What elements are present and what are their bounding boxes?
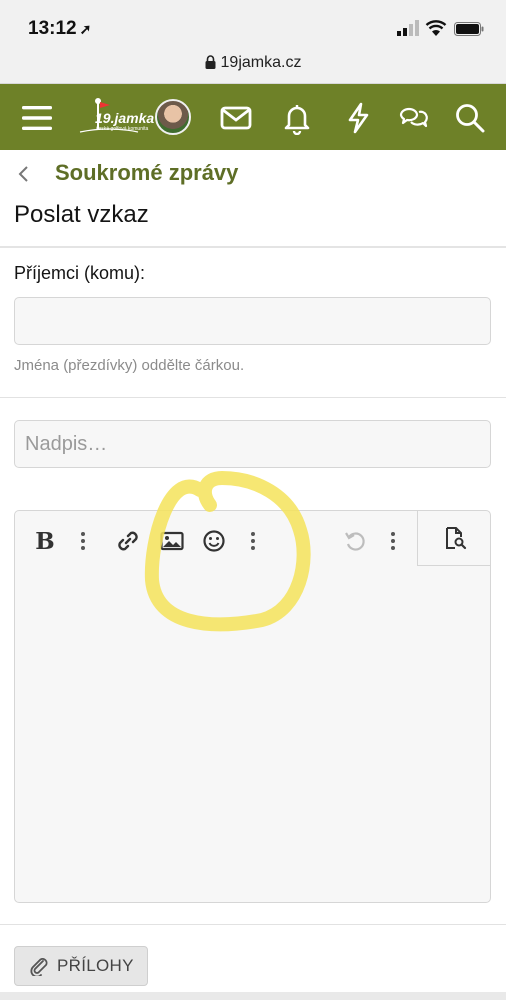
logo-text: 19.jamka <box>95 110 155 126</box>
bolt-icon[interactable] <box>341 101 375 135</box>
url-text: 19jamka.cz <box>220 54 302 71</box>
message-editor[interactable]: B <box>14 510 491 903</box>
search-icon[interactable] <box>453 101 487 135</box>
more-options-button[interactable] <box>67 525 99 557</box>
more-options-button[interactable] <box>377 525 409 557</box>
undo-button[interactable] <box>339 525 371 557</box>
bold-button[interactable]: B <box>29 525 61 557</box>
recipients-hint: Jména (přezdívky) oddělte čárkou. <box>14 357 245 374</box>
chat-icon[interactable] <box>397 101 431 135</box>
link-button[interactable] <box>112 525 144 557</box>
chevron-left-icon[interactable] <box>16 164 30 184</box>
preview-icon <box>445 526 466 549</box>
wifi-icon <box>425 20 447 36</box>
signal-icon <box>397 20 419 36</box>
bottom-bar <box>0 992 506 1000</box>
undo-icon <box>345 532 365 551</box>
bell-icon[interactable] <box>280 101 314 135</box>
emoji-button[interactable] <box>198 525 230 557</box>
divider <box>0 397 506 398</box>
emoji-icon <box>203 530 225 552</box>
paperclip-icon <box>30 958 48 976</box>
address-bar[interactable]: 19jamka.cz <box>0 44 506 84</box>
battery-icon <box>454 22 484 36</box>
more-icon <box>391 532 395 550</box>
mail-icon[interactable] <box>219 101 253 135</box>
avatar[interactable] <box>155 99 191 135</box>
clock: 13:12 ➚ <box>28 18 92 39</box>
breadcrumb-link[interactable]: Soukromé zprávy <box>55 160 238 186</box>
menu-icon[interactable] <box>20 101 54 135</box>
divider <box>0 924 506 925</box>
url-display[interactable]: 19jamka.cz <box>0 54 506 72</box>
image-button[interactable] <box>156 525 188 557</box>
preview-button[interactable] <box>417 510 491 566</box>
recipients-input[interactable] <box>14 297 491 345</box>
divider <box>0 246 506 248</box>
link-icon <box>118 531 138 551</box>
logo-subtext: česká golfová komunita <box>96 126 149 132</box>
attachments-label: PŘÍLOHY <box>57 956 134 975</box>
bold-icon: B <box>35 527 55 555</box>
subject-input[interactable] <box>14 420 491 468</box>
more-icon <box>251 532 255 550</box>
image-icon <box>160 531 184 551</box>
more-options-button[interactable] <box>237 525 269 557</box>
recipients-label: Příjemci (komu): <box>14 263 146 283</box>
location-arrow-icon: ➚ <box>79 21 92 37</box>
more-icon <box>81 532 85 550</box>
lock-icon <box>205 55 216 69</box>
page-title: Poslat vzkaz <box>14 201 149 228</box>
attachments-button[interactable]: PŘÍLOHY <box>14 946 148 986</box>
